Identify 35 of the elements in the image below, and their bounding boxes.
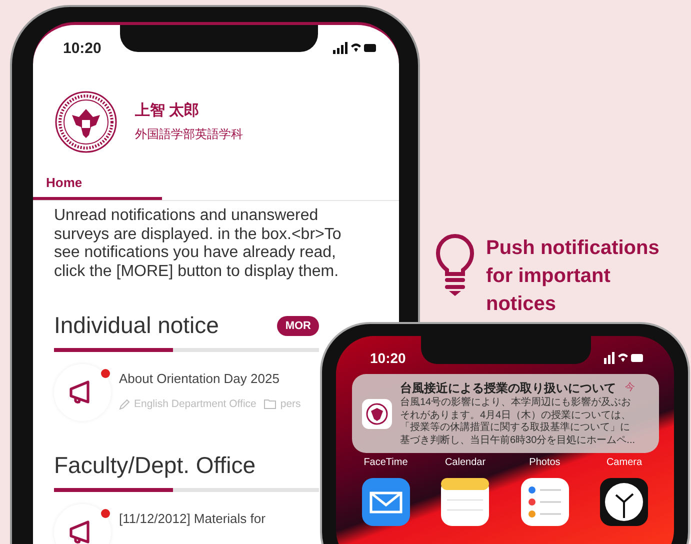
app-label: Photos bbox=[528, 457, 562, 468]
status-icons bbox=[333, 42, 377, 54]
notice-title[interactable]: About Orientation Day 2025 bbox=[119, 371, 305, 386]
notice-sender: English Department Office bbox=[134, 398, 256, 410]
app-icon bbox=[362, 398, 392, 428]
mail-icon[interactable] bbox=[362, 478, 410, 526]
notice-category: pers bbox=[280, 398, 301, 410]
notice-title[interactable]: [11/12/2012] Materials for bbox=[119, 511, 266, 526]
more-button[interactable]: MOR bbox=[277, 316, 319, 336]
notification-time: 今 bbox=[625, 381, 636, 395]
callout-text: Push notifications for important notices bbox=[486, 236, 660, 317]
status-time: 10:20 bbox=[370, 350, 406, 366]
notification-body-line: 「授業等の休講措置に関する取扱基準について」に bbox=[400, 422, 631, 434]
reminders-icon[interactable] bbox=[520, 478, 569, 526]
folder-icon bbox=[264, 399, 276, 409]
notification-body-line: 台風14号の影響により、本学周辺にも影響が及ぶお bbox=[400, 397, 632, 410]
home-tab[interactable]: Home bbox=[33, 169, 162, 200]
notes-icon[interactable] bbox=[441, 478, 490, 526]
section-title: Individual notice bbox=[54, 312, 219, 339]
clock-icon[interactable] bbox=[600, 478, 648, 526]
notification-body-line: 基づき判断し、当日午前6時30分を目処にホームペ... bbox=[400, 434, 636, 447]
notification-card[interactable]: 台風接近による授業の取り扱いについて 今 台風14号の影響により、本学周辺にも影響が及ぶお それがあります。4月4日（木）の授業については、 「授業等の休講措置に関する取扱基準について」に 基づき判断し、当日午前6時30分を目処にホームペ... bbox=[352, 374, 659, 453]
app-label: Calendar bbox=[444, 457, 487, 468]
status-time: 10:20 bbox=[63, 40, 102, 56]
lightbulb-icon bbox=[435, 234, 475, 296]
app-label: FaceTime bbox=[362, 457, 409, 468]
description-text: Unread notifications and unanswered surveys are displayed. in the box.<br>To see notifications you have already read, click the [MORE] button to display them. bbox=[54, 207, 342, 281]
user-name: 上智 太郎 bbox=[135, 101, 200, 120]
user-department: 外国語学部英語学科 bbox=[135, 126, 243, 143]
pencil-icon bbox=[119, 398, 130, 410]
notification-title: 台風接近による授業の取り扱いについて bbox=[400, 380, 616, 396]
section-title: Faculty/Dept. Office bbox=[54, 452, 256, 479]
app-label: Camera bbox=[605, 457, 644, 468]
university-seal-icon bbox=[55, 91, 117, 153]
notification-body-line: それがあります。4月4日（木）の授業については、 bbox=[400, 410, 632, 422]
